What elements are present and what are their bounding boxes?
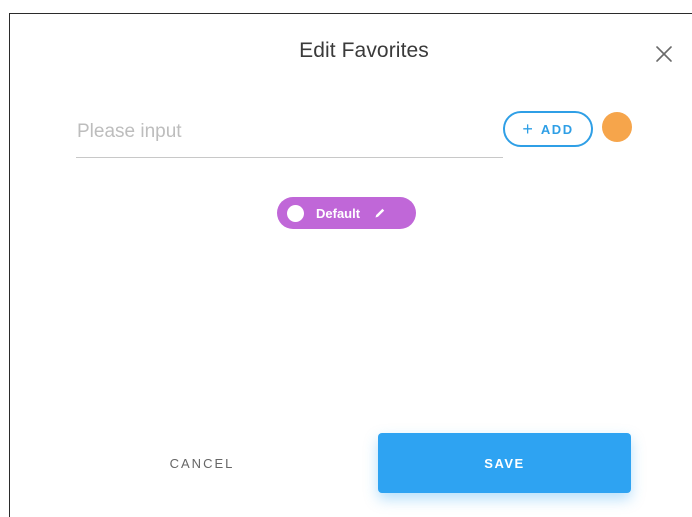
favorite-name-field bbox=[76, 112, 503, 158]
cancel-button[interactable]: CANCEL bbox=[138, 441, 266, 485]
chip-label: Default bbox=[316, 205, 361, 221]
save-button[interactable]: SAVE bbox=[378, 433, 631, 493]
add-button[interactable]: + ADD bbox=[503, 111, 593, 147]
edit-chip-button[interactable] bbox=[373, 206, 387, 220]
favorite-name-input[interactable] bbox=[76, 112, 503, 157]
edit-favorites-dialog: Edit Favorites + ADD Default CANCEL SAVE bbox=[9, 13, 692, 517]
pencil-icon bbox=[375, 208, 385, 218]
plus-icon: + bbox=[522, 119, 533, 139]
dialog-title: Edit Favorites bbox=[299, 39, 429, 62]
add-button-label: ADD bbox=[540, 121, 574, 137]
close-icon bbox=[656, 46, 672, 62]
color-picker-swatch[interactable] bbox=[602, 112, 632, 142]
favorite-chip-default[interactable]: Default bbox=[277, 197, 416, 229]
close-button[interactable] bbox=[653, 43, 675, 65]
chip-toggle-icon[interactable] bbox=[287, 204, 304, 222]
